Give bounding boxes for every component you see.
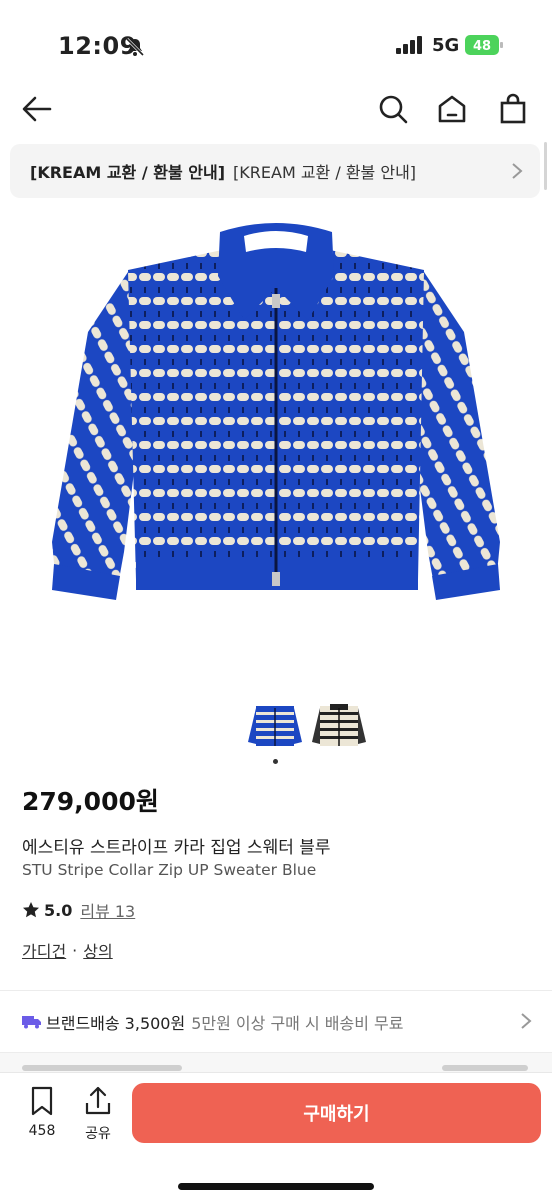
product-price: 279,000원: [22, 787, 159, 816]
chevron-right-icon: [521, 1013, 532, 1029]
notice-title: [KREAM 교환 / 환불 안내]: [30, 163, 226, 182]
bottom-action-bar: 458 공유 구매하기: [0, 1072, 552, 1200]
rating-row: 5.0 리뷰 13: [22, 898, 135, 922]
category-cardigan-link[interactable]: 가디건: [22, 938, 66, 962]
section-divider: [0, 990, 552, 991]
exchange-refund-notice[interactable]: [KREAM 교환 / 환불 안내] [KREAM 교환 / 환불 안내]: [10, 144, 540, 198]
shipping-info-row[interactable]: 브랜드배송 3,500원 5만원 이상 구매 시 배송비 무료: [22, 1010, 532, 1034]
status-bar: 12:09 5G 48: [0, 0, 552, 92]
shipping-description: 5만원 이상 구매 시 배송비 무료: [191, 1014, 404, 1033]
thumbnail-blue[interactable]: [248, 702, 302, 750]
share-icon: [85, 1086, 111, 1115]
shopping-bag-icon[interactable]: [496, 92, 530, 126]
battery-level: 48: [473, 39, 491, 54]
buy-button[interactable]: 구매하기: [132, 1083, 541, 1143]
category-top-link[interactable]: 상의: [83, 938, 112, 962]
product-name-korean: 에스티유 스트라이프 카라 집업 스웨터 블루: [22, 838, 331, 858]
home-indicator: [178, 1183, 374, 1190]
bookmark-count: 458: [28, 1123, 56, 1139]
star-icon: [23, 902, 39, 918]
home-icon[interactable]: [435, 92, 469, 126]
search-icon[interactable]: [376, 92, 410, 126]
peek-placeholder-left: [22, 1065, 182, 1071]
signal-icon: [396, 36, 422, 54]
bookmark-icon: [31, 1086, 53, 1116]
review-count-link[interactable]: 리뷰 13: [80, 898, 135, 922]
product-image[interactable]: [40, 212, 512, 632]
share-label: 공유: [85, 1126, 111, 1142]
thumbnail-black[interactable]: [312, 702, 366, 750]
chevron-right-icon: [512, 163, 523, 179]
notice-text: [KREAM 교환 / 환불 안내]: [233, 163, 417, 182]
scroll-indicator: [544, 142, 547, 190]
back-arrow-icon[interactable]: [20, 92, 54, 126]
category-links: 가디건 · 상의: [22, 938, 113, 962]
top-nav: [0, 84, 552, 134]
peek-placeholder-right: [442, 1065, 528, 1071]
bell-muted-icon: [125, 37, 145, 57]
battery-icon: 48: [465, 35, 503, 55]
category-separator: ·: [72, 940, 78, 960]
product-name-english: STU Stripe Collar Zip UP Sweater Blue: [22, 861, 317, 879]
share-button[interactable]: 공유: [78, 1085, 118, 1143]
image-page-indicator: [273, 759, 278, 764]
bookmark-button[interactable]: 458: [22, 1085, 62, 1139]
rating-value: 5.0: [44, 900, 73, 920]
truck-icon: [22, 1016, 41, 1029]
network-type: 5G: [432, 35, 460, 56]
shipping-label: 브랜드배송 3,500원: [46, 1014, 186, 1033]
